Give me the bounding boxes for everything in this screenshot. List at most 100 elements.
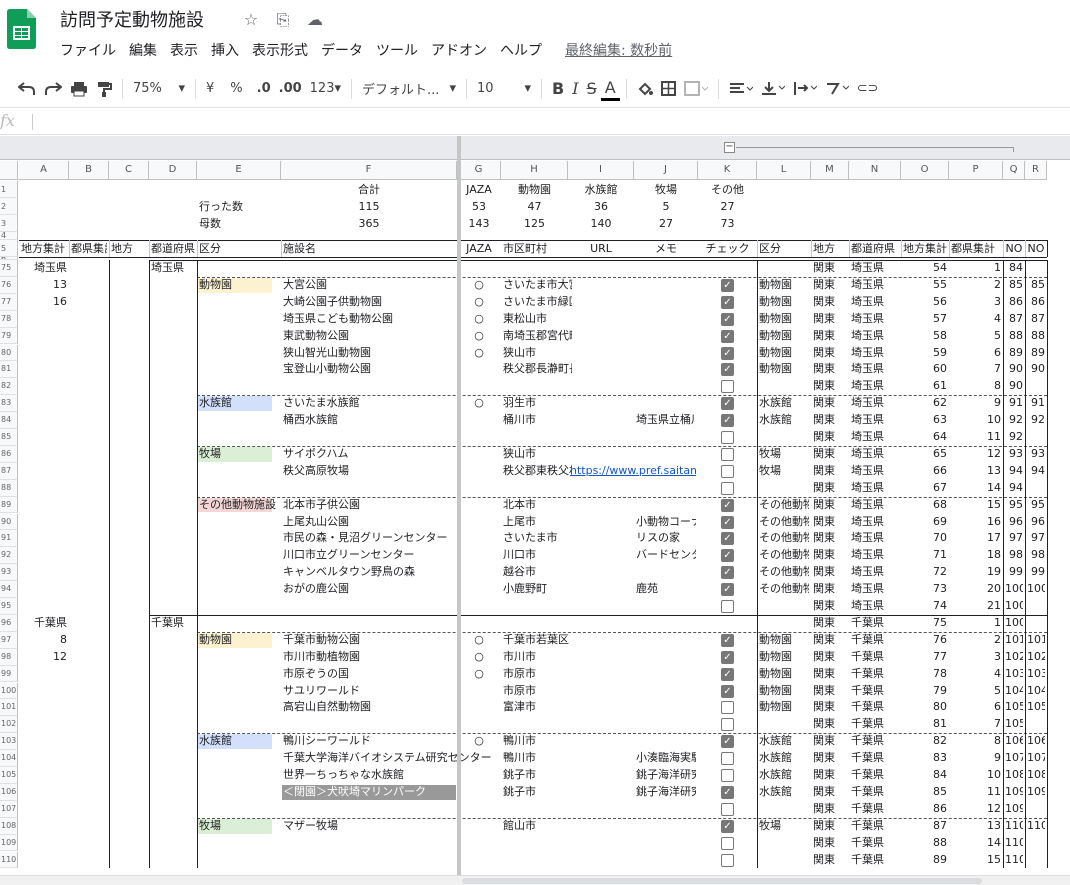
facility-name[interactable]: 鴨川シーワールド <box>283 733 507 750</box>
column-header-d[interactable]: D <box>149 161 197 180</box>
url-link[interactable]: https://www.pref.saitama <box>570 463 696 480</box>
check-box[interactable]: ✓ <box>721 414 734 428</box>
row-header[interactable]: 82 <box>0 378 18 396</box>
row-header[interactable]: 87 <box>0 462 18 480</box>
check-box[interactable]: ✓ <box>721 735 734 749</box>
check-box[interactable]: ✓ <box>721 363 734 377</box>
row-header[interactable]: 101 <box>0 699 18 717</box>
menu-item-6[interactable]: データ <box>321 40 363 60</box>
facility-name[interactable]: 市川市動植物園 <box>283 649 507 666</box>
check-box[interactable]: ✓ <box>721 583 734 597</box>
more-formats-select[interactable]: 123 ▾ <box>306 75 345 103</box>
row-header[interactable]: 4 <box>0 232 18 240</box>
facility-name[interactable]: キャンベルタウン野鳥の森 <box>283 564 507 581</box>
column-header-m[interactable]: M <box>811 161 849 180</box>
facility-name[interactable]: 千葉市動物公園 <box>283 632 507 649</box>
row-header[interactable]: 93 <box>0 564 18 582</box>
menu-item-5[interactable]: 表示形式 <box>252 40 308 60</box>
vertical-align-icon[interactable] <box>757 75 789 103</box>
check-box[interactable]: ✓ <box>721 346 734 360</box>
check-box[interactable]: ✓ <box>721 684 734 698</box>
zoom-select[interactable]: 75% ▾ <box>129 75 189 103</box>
check-box[interactable] <box>721 769 734 782</box>
facility-name[interactable]: 宝登山小動物公園 <box>283 361 507 378</box>
percent-format-button[interactable]: % <box>226 75 246 103</box>
row-header[interactable]: 2 <box>0 198 18 215</box>
row-header[interactable]: 85 <box>0 429 18 446</box>
check-box[interactable] <box>721 701 734 715</box>
row-header[interactable]: 90 <box>0 513 18 531</box>
facility-name[interactable]: 川口市立グリーンセンター <box>283 547 507 564</box>
menu-item-7[interactable]: ツール <box>376 40 418 60</box>
row-header[interactable]: 89 <box>0 496 18 514</box>
row-header[interactable]: 102 <box>0 716 18 734</box>
facility-name[interactable]: サユリワールド <box>283 683 507 700</box>
facility-name[interactable]: 上尾丸山公園 <box>283 514 507 531</box>
undo-icon[interactable] <box>14 75 40 103</box>
column-header-j[interactable]: J <box>634 161 698 180</box>
fill-color-icon[interactable] <box>633 75 657 103</box>
check-box[interactable]: ✓ <box>721 312 734 326</box>
currency-format-button[interactable]: ¥ <box>202 75 218 103</box>
check-box[interactable]: ✓ <box>721 633 734 647</box>
column-header-k[interactable]: K <box>698 161 757 180</box>
check-box[interactable]: ✓ <box>721 566 734 580</box>
row-header[interactable]: 81 <box>0 361 18 379</box>
check-box[interactable] <box>721 600 734 613</box>
facility-name[interactable]: 市原ぞうの国 <box>283 666 507 683</box>
font-family-select[interactable]: デフォルト... ▾ <box>358 75 460 103</box>
column-header-p[interactable]: P <box>949 161 1003 180</box>
facility-name[interactable]: ＜閉園＞犬吠埼マリンパーク <box>283 784 499 801</box>
facility-name[interactable]: 桶西水族館 <box>283 412 507 429</box>
check-box[interactable]: ✓ <box>721 329 734 343</box>
menu-item-2[interactable]: 編集 <box>129 40 157 60</box>
last-edit-status[interactable]: 最終編集: 数秒前 <box>565 40 672 60</box>
row-header[interactable]: 78 <box>0 310 18 328</box>
row-header[interactable]: 105 <box>0 767 18 784</box>
facility-name[interactable]: 大崎公園子供動物園 <box>283 294 507 311</box>
facility-name[interactable]: 千葉大学海洋バイオシステム研究センター <box>283 750 507 767</box>
row-header[interactable]: 77 <box>0 293 18 311</box>
sheets-logo-icon[interactable] <box>7 9 36 49</box>
facility-name[interactable]: 世界一ちっちゃな水族館 <box>283 767 507 784</box>
column-header-r[interactable]: R <box>1025 161 1047 180</box>
facility-name[interactable]: おがの鹿公園 <box>283 581 507 598</box>
row-header[interactable]: 5 <box>0 240 18 257</box>
merge-cells-icon[interactable] <box>680 75 712 103</box>
row-header[interactable]: 83 <box>0 395 18 413</box>
column-header-g[interactable]: G <box>457 161 501 180</box>
row-header[interactable]: 79 <box>0 327 18 345</box>
column-header-l[interactable]: L <box>757 161 811 180</box>
text-color-button[interactable]: A <box>600 77 620 101</box>
facility-name[interactable]: サイボクハム <box>283 446 507 463</box>
row-header[interactable]: 108 <box>0 817 18 835</box>
check-box[interactable] <box>721 464 734 478</box>
row-header[interactable]: 96 <box>0 614 18 632</box>
row-header[interactable]: 3 <box>0 215 18 232</box>
check-box[interactable] <box>721 802 734 816</box>
check-box[interactable]: ✓ <box>721 532 734 546</box>
facility-name[interactable]: 市民の森・見沼グリーンセンター <box>283 530 507 547</box>
check-box[interactable]: ✓ <box>721 397 734 411</box>
row-header[interactable]: 86 <box>0 445 18 463</box>
check-box[interactable] <box>721 836 734 850</box>
row-header[interactable]: 1 <box>0 181 18 198</box>
paint-format-icon[interactable] <box>92 75 116 103</box>
select-all-corner[interactable] <box>0 161 18 180</box>
text-wrap-icon[interactable] <box>789 75 821 103</box>
check-box[interactable]: ✓ <box>721 498 734 512</box>
link-icon[interactable]: ⊂⊃ <box>853 75 883 103</box>
decrease-decimal-button[interactable]: .0 <box>253 75 275 103</box>
row-header[interactable]: 103 <box>0 733 18 751</box>
text-rotation-icon[interactable] <box>821 75 853 103</box>
row-header[interactable]: 98 <box>0 648 18 666</box>
column-header-b[interactable]: B <box>69 161 109 180</box>
scrollbar-thumb[interactable] <box>462 878 982 884</box>
check-box[interactable] <box>721 853 734 867</box>
row-header[interactable]: 110 <box>0 851 18 869</box>
row-header[interactable]: 92 <box>0 547 18 565</box>
facility-name[interactable]: 狭山智光山動物園 <box>283 345 507 362</box>
row-header[interactable]: 84 <box>0 412 18 429</box>
bold-button[interactable]: B <box>548 75 568 103</box>
menu-item-8[interactable]: アドオン <box>431 40 487 60</box>
